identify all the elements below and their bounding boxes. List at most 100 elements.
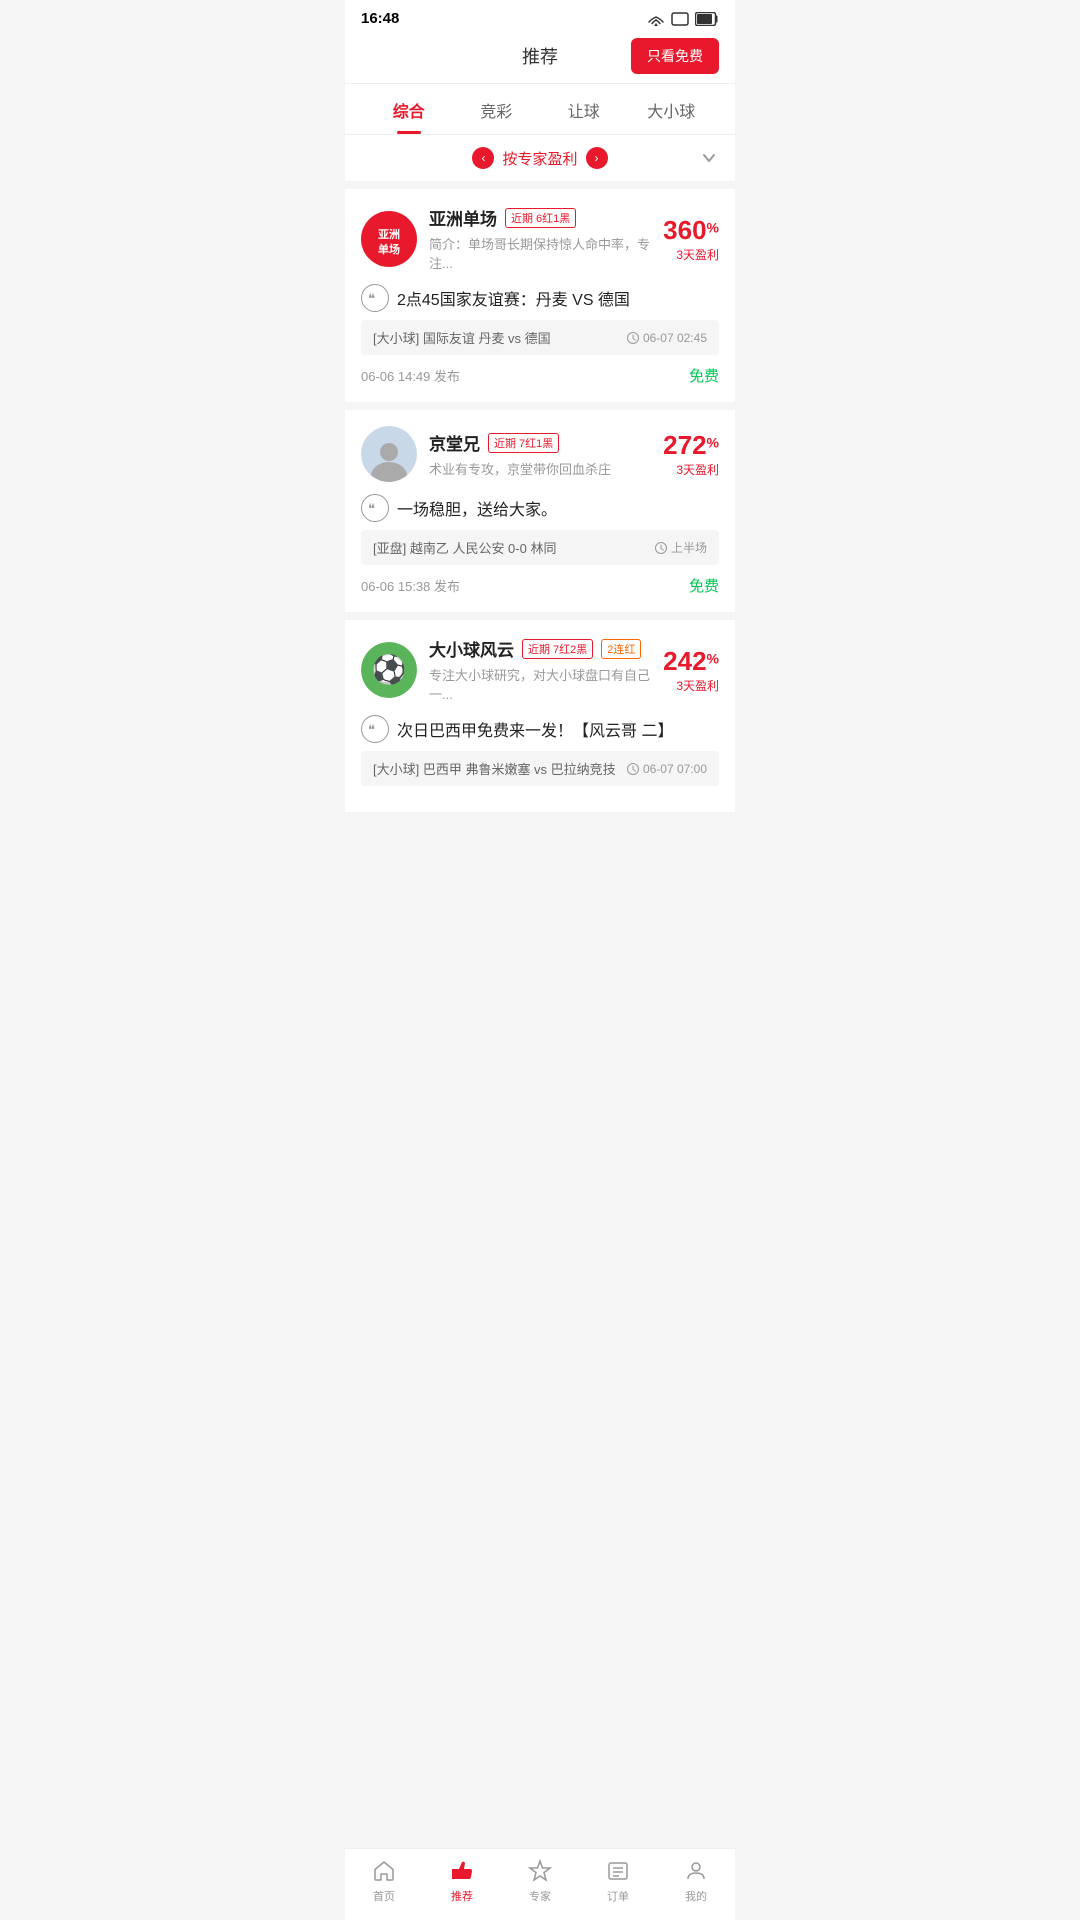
post-title-2[interactable]: 一场稳胆，送给大家。 (397, 496, 557, 520)
screen-icon (671, 12, 689, 26)
svg-text:❝: ❝ (368, 292, 375, 304)
svg-text:❝: ❝ (368, 502, 375, 514)
tab-大小球[interactable]: 大小球 (628, 84, 716, 134)
expert-name-1: 亚洲单场 (429, 205, 497, 230)
profit-label-1: 3天盈利 (663, 246, 719, 263)
post-quote-icon-1: ❝ (361, 284, 389, 312)
sort-bar: ‹ 按专家盈利 › (345, 135, 735, 181)
header: 推荐 只看免费 (345, 33, 735, 84)
tabs: 综合 竞彩 让球 大小球 (345, 84, 735, 135)
profit-num-3: 242 (663, 646, 706, 676)
card-1: 亚洲单场 亚洲单场 近期 6红1黑 简介：单场哥长期保持惊人命中率，专注... … (345, 189, 735, 402)
post-meta-1: [大小球] 国际友谊 丹麦 vs 德国 06-07 02:45 (361, 320, 719, 355)
tab-让球[interactable]: 让球 (540, 84, 628, 134)
post-free-2: 免费 (689, 575, 719, 596)
post-quote-icon-3: ❝ (361, 715, 389, 743)
clock-icon-1 (627, 332, 639, 344)
profit-num-2: 272 (663, 430, 706, 460)
nav-item-home[interactable]: 首页 (370, 1857, 398, 1904)
wifi-icon (647, 12, 665, 26)
clock-icon-3 (627, 763, 639, 775)
filter-free-button[interactable]: 只看免费 (631, 38, 719, 74)
post-free-1: 免费 (689, 365, 719, 386)
expert-name-row-2: 京堂兄 近期 7红1黑 (429, 430, 663, 455)
post-title-row-3: ❝ 次日巴西甲免费来一发！【风云哥 二】 (361, 715, 719, 743)
sort-bar-content[interactable]: ‹ 按专家盈利 › (472, 147, 607, 169)
post-quote-icon-2: ❝ (361, 494, 389, 522)
nav-item-recommend[interactable]: 推荐 (448, 1857, 476, 1904)
post-time-badge-3: 06-07 07:00 (643, 762, 707, 776)
sort-right-arrow[interactable]: › (586, 147, 608, 169)
post-footer-2: 06-06 15:38 发布 免费 (361, 575, 719, 596)
profit-label-2: 3天盈利 (663, 461, 719, 478)
expert-badge-1: 近期 6红1黑 (505, 208, 576, 228)
status-bar: 16:48 (345, 0, 735, 33)
sort-left-arrow[interactable]: ‹ (472, 147, 494, 169)
nav-label-recommend: 推荐 (451, 1888, 473, 1904)
expert-name-3: 大小球风云 (429, 636, 514, 661)
avatar-2 (361, 426, 417, 482)
post-title-row-1: ❝ 2点45国家友谊赛：丹麦 VS 德国 (361, 284, 719, 312)
post-publish-time-2: 06-06 15:38 发布 (361, 576, 460, 595)
user-icon (682, 1857, 710, 1885)
expert-desc-3: 专注大小球研究，对大小球盘口有自己一... (429, 665, 663, 703)
card-2: 京堂兄 近期 7红1黑 术业有专攻，京堂带你回血杀庄 272% 3天盈利 ❝ 一… (345, 410, 735, 612)
post-title-1[interactable]: 2点45国家友谊赛：丹麦 VS 德国 (397, 286, 630, 310)
expert-info-1: 亚洲单场 近期 6红1黑 简介：单场哥长期保持惊人命中率，专注... (429, 205, 663, 272)
expert-info-2: 京堂兄 近期 7红1黑 术业有专攻，京堂带你回血杀庄 (429, 430, 663, 478)
sort-dropdown-button[interactable] (699, 148, 719, 168)
post-meta-right-2: 上半场 (655, 539, 707, 556)
post-publish-time-1: 06-06 14:49 发布 (361, 366, 460, 385)
status-icons (647, 12, 719, 26)
thumb-up-icon (448, 1857, 476, 1885)
svg-text:❝: ❝ (368, 723, 375, 735)
post-meta-left-1: [大小球] 国际友谊 丹麦 vs 德国 (373, 328, 551, 347)
post-meta-left-2: [亚盘] 越南乙 人民公安 0-0 林同 (373, 538, 556, 557)
profit-num-1: 360 (663, 215, 706, 245)
nav-item-orders[interactable]: 订单 (604, 1857, 632, 1904)
page-title: 推荐 (522, 43, 558, 69)
status-time: 16:48 (361, 10, 399, 27)
tab-竞彩[interactable]: 竞彩 (453, 84, 541, 134)
expert-desc-2: 术业有专攻，京堂带你回血杀庄 (429, 459, 663, 478)
expert-profit-3: 242% 3天盈利 (663, 646, 719, 694)
card-3: ⚽ 大小球风云 近期 7红2黑 2连红 专注大小球研究，对大小球盘口有自己一..… (345, 620, 735, 812)
avatar-1: 亚洲单场 (361, 211, 417, 267)
expert-name-row-1: 亚洲单场 近期 6红1黑 (429, 205, 663, 230)
battery-icon (695, 12, 719, 26)
expert-name-row-3: 大小球风云 近期 7红2黑 2连红 (429, 636, 663, 661)
expert-badge-streak-3: 2连红 (601, 639, 641, 659)
nav-item-mine[interactable]: 我的 (682, 1857, 710, 1904)
star-icon (526, 1857, 554, 1885)
post-meta-right-3: 06-07 07:00 (627, 762, 707, 776)
expert-row-1[interactable]: 亚洲单场 亚洲单场 近期 6红1黑 简介：单场哥长期保持惊人命中率，专注... … (361, 205, 719, 272)
post-meta-right-1: 06-07 02:45 (627, 331, 707, 345)
list-icon (604, 1857, 632, 1885)
expert-badge-3: 近期 7红2黑 (522, 639, 593, 659)
post-time-badge-2: 上半场 (671, 539, 707, 556)
tab-综合[interactable]: 综合 (365, 84, 453, 134)
expert-name-2: 京堂兄 (429, 430, 480, 455)
bottom-nav: 首页 推荐 专家 订单 我的 (345, 1848, 735, 1920)
profit-label-3: 3天盈利 (663, 677, 719, 694)
post-time-badge-1: 06-07 02:45 (643, 331, 707, 345)
expert-row-2[interactable]: 京堂兄 近期 7红1黑 术业有专攻，京堂带你回血杀庄 272% 3天盈利 (361, 426, 719, 482)
clock-icon-2 (655, 542, 667, 554)
nav-label-orders: 订单 (607, 1888, 629, 1904)
nav-label-expert: 专家 (529, 1888, 551, 1904)
post-footer-1: 06-06 14:49 发布 免费 (361, 365, 719, 386)
post-meta-3: [大小球] 巴西甲 弗鲁米嫩塞 vs 巴拉纳竞技 06-07 07:00 (361, 751, 719, 786)
expert-badge-2: 近期 7红1黑 (488, 433, 559, 453)
nav-label-mine: 我的 (685, 1888, 707, 1904)
expert-row-3[interactable]: ⚽ 大小球风云 近期 7红2黑 2连红 专注大小球研究，对大小球盘口有自己一..… (361, 636, 719, 703)
chevron-down-icon (699, 148, 719, 168)
nav-item-expert[interactable]: 专家 (526, 1857, 554, 1904)
post-meta-2: [亚盘] 越南乙 人民公安 0-0 林同 上半场 (361, 530, 719, 565)
post-title-row-2: ❝ 一场稳胆，送给大家。 (361, 494, 719, 522)
expert-info-3: 大小球风云 近期 7红2黑 2连红 专注大小球研究，对大小球盘口有自己一... (429, 636, 663, 703)
post-title-3[interactable]: 次日巴西甲免费来一发！【风云哥 二】 (397, 717, 673, 741)
avatar-3: ⚽ (361, 642, 417, 698)
expert-profit-1: 360% 3天盈利 (663, 215, 719, 263)
sort-text: 按专家盈利 (502, 148, 577, 169)
nav-label-home: 首页 (373, 1888, 395, 1904)
